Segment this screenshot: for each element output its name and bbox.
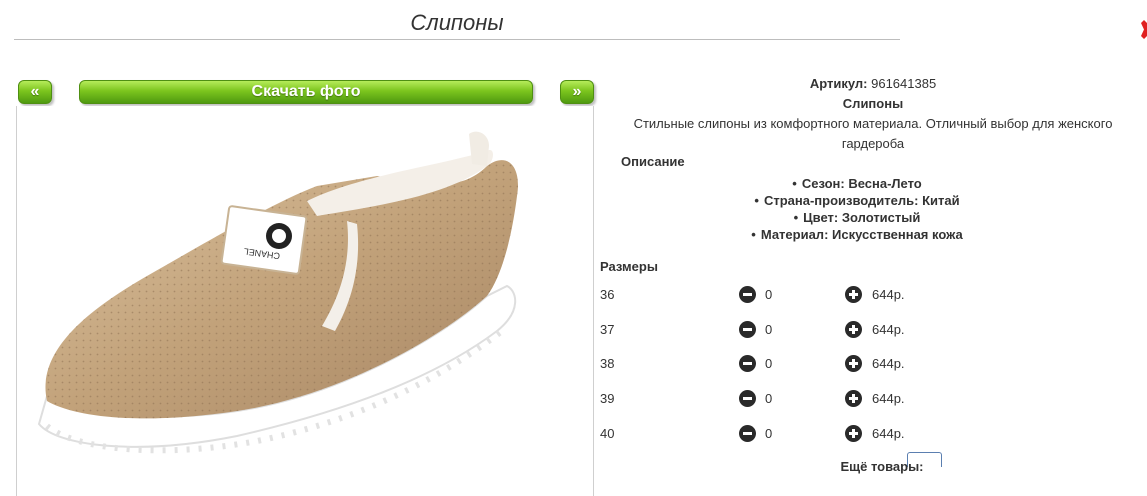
sku-value: 961641385 xyxy=(871,76,937,91)
description-line-1: Стильные слипоны из комфортного материал… xyxy=(633,116,1113,131)
quantity-value: 0 xyxy=(765,287,773,302)
quantity-value: 0 xyxy=(765,356,773,371)
description-line-2: гардероба xyxy=(841,136,905,151)
size-row: 39 0 644р. xyxy=(600,389,930,409)
plus-circle-icon[interactable] xyxy=(845,321,862,338)
product-name: Слипоны xyxy=(842,96,904,111)
spec-item: • Страна-производитель: Китай xyxy=(754,193,960,208)
minus-circle-icon[interactable] xyxy=(739,355,756,372)
prev-photo-button[interactable]: « xyxy=(18,80,52,104)
quantity-value: 0 xyxy=(765,391,773,406)
price-value: 644р. xyxy=(872,322,905,337)
price-value: 644р. xyxy=(872,391,905,406)
size-row: 36 0 644р. xyxy=(600,285,930,305)
sizes-title: Размеры xyxy=(600,259,658,274)
size-row: 38 0 644р. xyxy=(600,354,930,374)
slip-on-shoe-image: CHANEL xyxy=(37,131,518,454)
page-title: Слипоны xyxy=(410,10,504,35)
size-row: 37 0 644р. xyxy=(600,320,930,340)
size-row: 40 0 644р. xyxy=(600,424,930,444)
minus-circle-icon[interactable] xyxy=(739,321,756,338)
spec-item: • Материал: Искусственная кожа xyxy=(751,227,963,242)
spec-item: • Цвет: Золотистый xyxy=(793,210,921,225)
plus-circle-icon[interactable] xyxy=(845,425,862,442)
minus-circle-icon[interactable] xyxy=(739,390,756,407)
size-value: 37 xyxy=(600,322,615,337)
title-divider xyxy=(14,39,900,40)
next-photo-button[interactable]: » xyxy=(560,80,594,104)
size-value: 39 xyxy=(600,391,615,406)
plus-circle-icon[interactable] xyxy=(845,355,862,372)
download-photo-button[interactable]: Скачать фото xyxy=(79,80,533,104)
size-value: 40 xyxy=(600,426,615,441)
price-value: 644р. xyxy=(872,287,905,302)
price-value: 644р. xyxy=(872,356,905,371)
sku-label: Артикул: xyxy=(809,76,868,91)
spec-item: • Сезон: Весна-Лето xyxy=(792,176,922,191)
minus-circle-icon[interactable] xyxy=(739,425,756,442)
more-products-title: Ещё товары: xyxy=(840,459,924,474)
minus-circle-icon[interactable] xyxy=(739,286,756,303)
specs-list: • Сезон: Весна-Лето • Страна-производитель… xyxy=(600,175,1114,243)
sku-line: Артикул: 961641385 xyxy=(600,74,1146,94)
close-x-icon[interactable] xyxy=(1136,14,1147,40)
quantity-value: 0 xyxy=(765,426,773,441)
price-value: 644р. xyxy=(872,426,905,441)
specs-title: Описание xyxy=(621,154,685,169)
plus-circle-icon[interactable] xyxy=(845,390,862,407)
plus-circle-icon[interactable] xyxy=(845,286,862,303)
size-value: 38 xyxy=(600,356,615,371)
product-photo: CHANEL xyxy=(16,106,594,496)
product-description: Стильные слипоны из комфортного материал… xyxy=(600,114,1146,154)
size-value: 36 xyxy=(600,287,615,302)
quantity-value: 0 xyxy=(765,322,773,337)
